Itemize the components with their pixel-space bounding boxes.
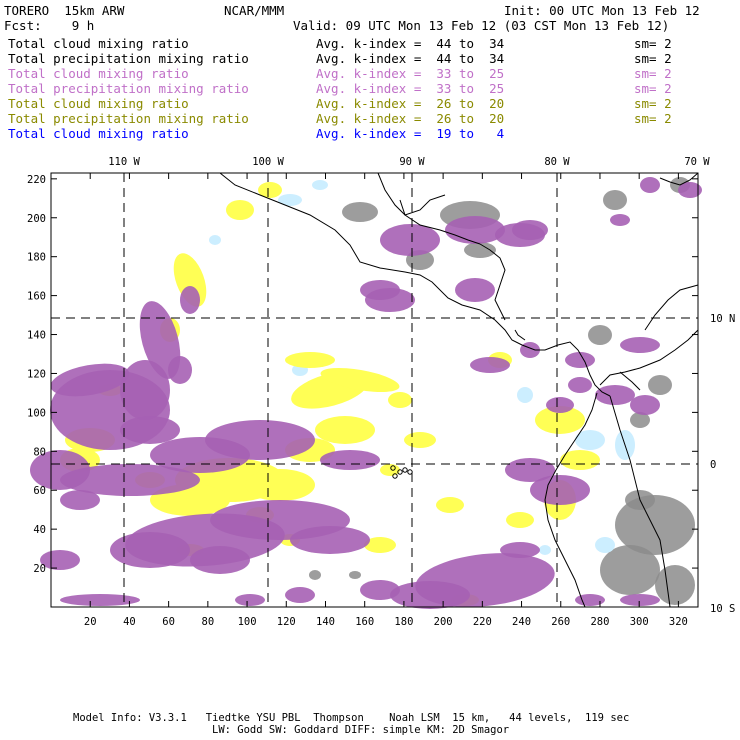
cloud-area-purple	[390, 581, 470, 609]
cloud-area-purple	[235, 594, 265, 606]
longitude-label: 110 W	[108, 156, 140, 168]
cloud-area-purple	[546, 397, 574, 413]
latitude-label: 0	[710, 459, 716, 471]
map-plot: 20 40 60 80 100 120 140 160 180 200 220 240 260 280 30…	[27, 156, 735, 628]
y-tick-label: 80	[33, 446, 46, 458]
cloud-area-purple	[455, 278, 495, 302]
x-tick-label: 120	[277, 616, 296, 628]
cloud-area-yellow	[436, 497, 464, 513]
cloud-area-gray	[309, 570, 321, 580]
cloud-area-purple	[620, 337, 660, 353]
cloud-area-purple	[445, 216, 505, 244]
cloud-area-yellow	[506, 512, 534, 528]
longitude-label: 70 W	[684, 156, 710, 168]
cloud-area-lightblue	[209, 235, 221, 245]
cloud-area-purple	[110, 532, 190, 568]
cloud-area-purple	[120, 360, 170, 420]
x-tick-label: 260	[551, 616, 570, 628]
cloud-area-purple	[320, 450, 380, 470]
cloud-area-yellow	[315, 416, 375, 444]
cloud-area-purple	[530, 475, 590, 505]
cloud-area-yellow	[388, 392, 412, 408]
longitude-label: 90 W	[399, 156, 425, 168]
cloud-area-gray	[342, 202, 378, 222]
cloud-area-purple	[190, 546, 250, 574]
cloud-area-purple	[60, 490, 100, 510]
cloud-area-purple	[205, 420, 315, 460]
cloud-area-gray	[349, 571, 361, 579]
cloud-area-purple	[640, 177, 660, 193]
y-tick-label: 200	[27, 213, 46, 225]
y-tick-label: 120	[27, 368, 46, 380]
y-tick-label: 140	[27, 330, 46, 342]
cloud-area-purple	[380, 224, 440, 256]
y-tick-label: 100	[27, 407, 46, 419]
x-tick-label: 300	[630, 616, 649, 628]
x-tick-label: 140	[316, 616, 335, 628]
cloud-area-purple	[610, 214, 630, 226]
cloud-area-purple	[500, 542, 540, 558]
footer-line2: LW: Godd SW: Goddard DIFF: simple KM: 2D…	[212, 724, 510, 736]
cloud-area-purple	[180, 286, 200, 314]
y-tick-label: 160	[27, 291, 46, 303]
latitude-label: 10 N	[710, 313, 735, 325]
x-tick-label: 100	[238, 616, 257, 628]
cloud-area-lightblue	[278, 194, 302, 206]
y-tick-label: 220	[27, 174, 46, 186]
cloud-area-gray	[600, 545, 660, 595]
cloud-area-gray	[648, 375, 672, 395]
cloud-area-purple	[620, 594, 660, 606]
cloud-area-purple	[630, 395, 660, 415]
x-tick-label: 240	[512, 616, 531, 628]
x-tick-label: 20	[84, 616, 97, 628]
cloud-area-purple	[290, 526, 370, 554]
cloud-area-yellow	[245, 469, 315, 501]
x-tick-label: 220	[473, 616, 492, 628]
cloud-area-purple	[285, 587, 315, 603]
cloud-area-purple	[575, 594, 605, 606]
x-tick-label: 180	[394, 616, 413, 628]
y-tick-label: 60	[33, 485, 46, 497]
cloud-area-gray	[588, 325, 612, 345]
y-tick-label: 20	[33, 563, 46, 575]
cloud-area-purple	[168, 356, 192, 384]
cloud-area-yellow	[226, 200, 254, 220]
cloud-area-purple	[360, 280, 400, 300]
footer-line1: Model Info: V3.3.1 Tiedtke YSU PBL Thomp…	[73, 712, 630, 724]
y-tick-label: 40	[33, 524, 46, 536]
cloud-area-gray	[655, 565, 695, 605]
cloud-area-purple	[568, 377, 592, 393]
x-tick-label: 280	[590, 616, 609, 628]
y-tick-label: 180	[27, 252, 46, 264]
cloud-area-lightblue	[539, 545, 551, 555]
x-tick-label: 80	[202, 616, 215, 628]
latitude-label: 10 S	[710, 603, 735, 615]
cloud-area-purple	[512, 220, 548, 240]
cloud-area-gray	[603, 190, 627, 210]
cloud-area-purple	[360, 580, 400, 600]
x-tick-label: 160	[355, 616, 374, 628]
cloud-area-yellow	[285, 352, 335, 368]
cloud-area-yellow	[404, 432, 436, 448]
cloud-area-purple	[595, 385, 635, 405]
longitude-label: 100 W	[252, 156, 284, 168]
longitude-label: 80 W	[544, 156, 570, 168]
x-tick-label: 200	[434, 616, 453, 628]
cloud-area-purple	[40, 550, 80, 570]
x-tick-label: 40	[123, 616, 136, 628]
x-tick-label: 60	[162, 616, 175, 628]
x-tick-label: 320	[669, 616, 688, 628]
cloud-area-lightblue	[595, 537, 615, 553]
cloud-area-purple	[470, 357, 510, 373]
cloud-area-lightblue	[517, 387, 533, 403]
cloud-area-purple	[60, 594, 140, 606]
cloud-area-lightblue	[312, 180, 328, 190]
